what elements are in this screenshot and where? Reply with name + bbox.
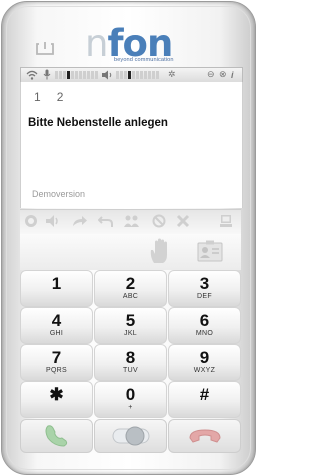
key-9[interactable]: 9 WXYZ xyxy=(168,344,241,381)
gear-icon[interactable]: ✲ xyxy=(168,69,176,80)
mic-level-meter[interactable] xyxy=(55,71,98,79)
call-toolbar xyxy=(20,209,241,234)
key-digit: 3 xyxy=(199,274,210,293)
meter-segment xyxy=(87,71,90,79)
demo-label: Demoversion xyxy=(32,189,86,199)
key-5[interactable]: 5 JKL xyxy=(94,307,167,344)
meter-segment xyxy=(120,71,123,79)
key-letters: WXYZ xyxy=(193,367,216,374)
meter-segment xyxy=(128,71,131,79)
wifi-icon xyxy=(26,69,38,80)
line-1[interactable]: 1 xyxy=(33,90,42,104)
key-letters: DEF xyxy=(197,293,212,300)
key-4[interactable]: 4 GHI xyxy=(20,307,93,344)
toggle-icon xyxy=(112,426,149,446)
meter-segment xyxy=(132,71,135,79)
volume-icon[interactable] xyxy=(45,214,61,230)
key-star[interactable]: ✱ xyxy=(20,381,93,418)
key-digit: 5 xyxy=(125,311,136,330)
key-digit: 6 xyxy=(199,311,210,330)
minimize-icon[interactable]: ⊖ xyxy=(207,69,215,80)
key-8[interactable]: 8 TUV xyxy=(94,344,167,381)
close-icon[interactable]: ⊗ xyxy=(219,69,227,80)
key-digit: 9 xyxy=(199,348,210,367)
toggle-switch[interactable] xyxy=(94,419,167,453)
logo-n: n xyxy=(85,22,108,65)
call-controls xyxy=(20,419,241,453)
hangup-button[interactable] xyxy=(168,419,241,453)
key-digit: 2 xyxy=(125,274,136,293)
key-7[interactable]: 7 PQRS xyxy=(20,344,93,381)
meter-segment xyxy=(83,71,86,79)
block-icon[interactable] xyxy=(151,214,167,230)
mic-icon xyxy=(43,69,51,80)
key-2[interactable]: 2 ABC xyxy=(94,270,167,307)
computer-icon[interactable] xyxy=(218,214,234,230)
key-letters: ABC xyxy=(122,293,139,300)
hold-hand-icon[interactable] xyxy=(146,237,174,265)
display-screen: 1 2 Bitte Nebenstelle anlegen Demoversio… xyxy=(20,82,243,208)
conference-icon[interactable] xyxy=(123,214,139,230)
key-digit: 4 xyxy=(51,311,62,330)
speaker-level-meter[interactable] xyxy=(116,71,159,79)
line-2[interactable]: 2 xyxy=(56,90,65,104)
status-bar: ✲ ⊖ ⊗ i xyxy=(20,67,243,83)
meter-segment xyxy=(63,71,66,79)
key-0[interactable]: 0 + xyxy=(94,381,167,418)
speaker-icon xyxy=(101,69,113,80)
phone-device: nfon beyond communication ✲ ⊖ ⊗ i 1 2 Bi… xyxy=(1,1,256,475)
meter-segment xyxy=(55,71,58,79)
key-1[interactable]: 1 xyxy=(20,270,93,307)
phone-hangup-icon xyxy=(188,429,221,443)
key-letters: JKL xyxy=(124,330,137,337)
meter-segment xyxy=(79,71,82,79)
key-digit: 0 xyxy=(125,385,136,404)
logo-tagline: beyond communication xyxy=(114,57,174,63)
info-icon[interactable]: i xyxy=(231,69,234,80)
key-digit: 7 xyxy=(51,348,62,367)
meter-segment xyxy=(144,71,147,79)
meter-segment xyxy=(71,71,74,79)
record-icon[interactable] xyxy=(23,214,39,230)
key-hash[interactable]: # xyxy=(168,381,241,418)
line-selector: 1 2 xyxy=(33,90,64,104)
dial-keypad: 1 2 ABC 3 DEF 4 GHI 5 JKL 6 MNO 7 PQRS 8 TUV 9 WXYZ ✱ 0 + # xyxy=(20,270,241,418)
status-message: Bitte Nebenstelle anlegen xyxy=(28,117,168,129)
key-digit: # xyxy=(199,385,210,404)
key-digit: 1 xyxy=(51,274,62,293)
power-icon[interactable] xyxy=(34,42,56,56)
key-3[interactable]: 3 DEF xyxy=(168,270,241,307)
meter-segment xyxy=(95,71,98,79)
meter-segment xyxy=(124,71,127,79)
action-row xyxy=(20,234,241,270)
cross-icon[interactable] xyxy=(175,214,191,230)
key-digit: 8 xyxy=(125,348,136,367)
meter-segment xyxy=(59,71,62,79)
meter-segment xyxy=(152,71,155,79)
back-icon[interactable] xyxy=(97,214,114,230)
key-letters: PQRS xyxy=(45,367,68,374)
forward-icon[interactable] xyxy=(72,214,88,230)
meter-segment xyxy=(148,71,151,79)
meter-segment xyxy=(75,71,78,79)
key-letters: TUV xyxy=(123,367,138,374)
meter-segment xyxy=(67,71,70,79)
key-letters: + xyxy=(128,404,133,411)
nfon-logo: nfon beyond communication xyxy=(85,24,203,66)
key-6[interactable]: 6 MNO xyxy=(168,307,241,344)
contact-card-icon[interactable] xyxy=(197,240,223,262)
call-button[interactable] xyxy=(20,419,93,453)
meter-segment xyxy=(156,71,159,79)
meter-segment xyxy=(140,71,143,79)
key-letters: MNO xyxy=(195,330,214,337)
meter-segment xyxy=(91,71,94,79)
key-letters: GHI xyxy=(49,330,64,337)
meter-segment xyxy=(116,71,119,79)
key-digit: ✱ xyxy=(49,385,64,404)
phone-call-icon xyxy=(45,425,67,447)
meter-segment xyxy=(136,71,139,79)
